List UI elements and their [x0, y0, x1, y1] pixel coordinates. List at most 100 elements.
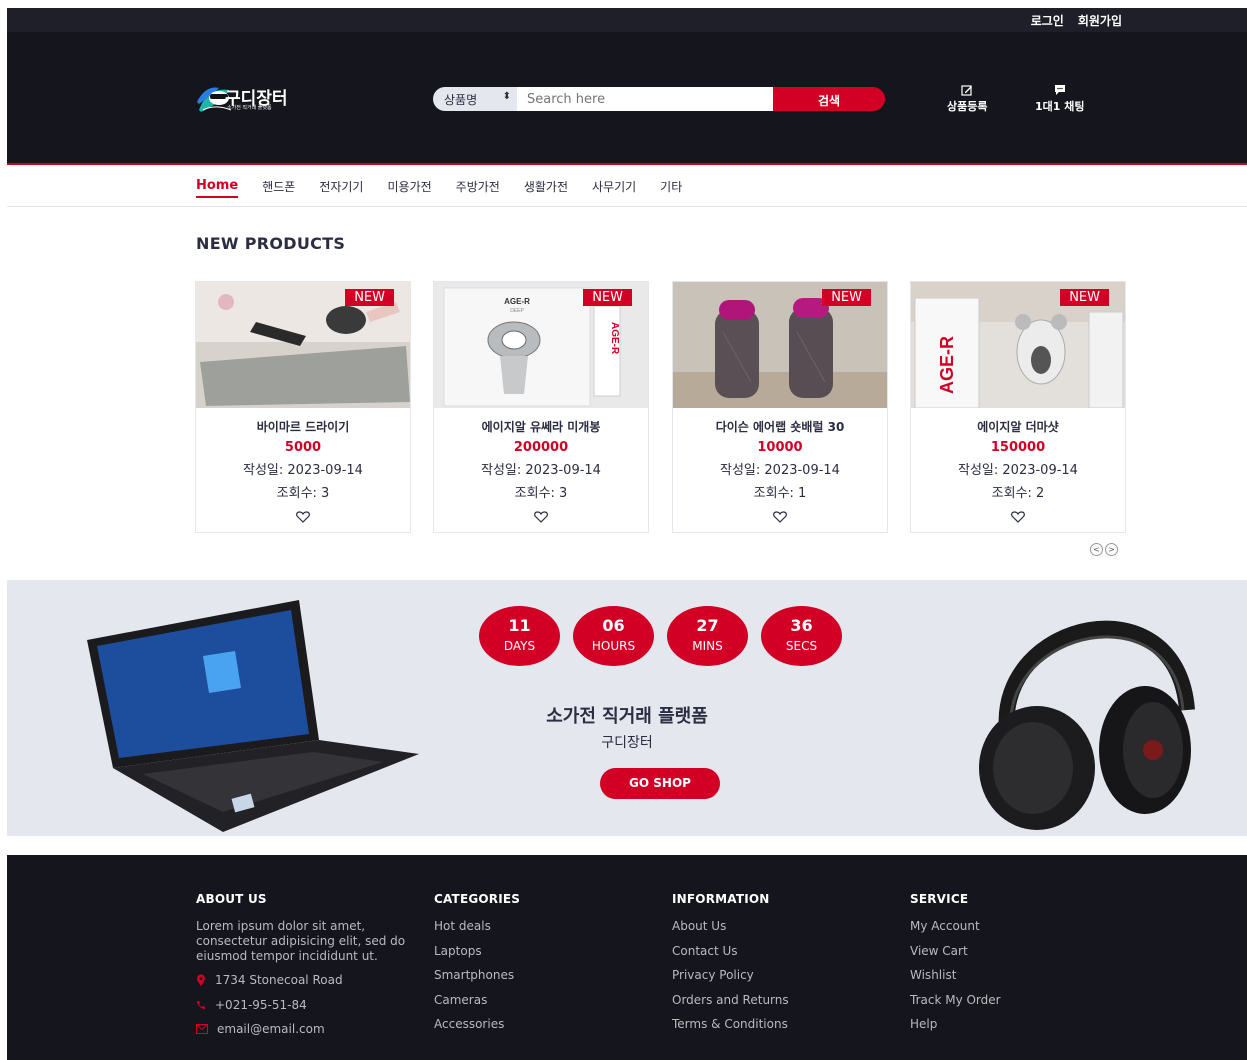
countdown-secs: 36 SECS — [761, 606, 842, 666]
map-marker-icon — [197, 974, 205, 987]
site-footer: ABOUT US Lorem ipsum dolor sit amet, con… — [7, 855, 1247, 1060]
product-price: 150000 — [990, 440, 1046, 455]
footer-information: INFORMATION About Us Contact Us Privacy … — [672, 892, 789, 1042]
nav-item-living[interactable]: 생활가전 — [524, 178, 568, 198]
heart-icon[interactable] — [773, 511, 787, 523]
nav-item-home[interactable]: Home — [196, 178, 239, 198]
product-card[interactable]: AGE-R NEW 에이지알 더마샷 150000 작성일: 2023-09-1… — [910, 281, 1126, 533]
top-bar: 로그인 회원가입 — [7, 8, 1247, 32]
new-badge: NEW — [822, 289, 871, 306]
product-name: 에이지알 유쎄라 미개봉 — [481, 420, 601, 434]
site-logo[interactable]: 구디장터 소가전 직거래 플랫폼 — [195, 80, 335, 116]
product-name: 바이마르 드라이기 — [256, 420, 350, 434]
footer-categories-title: CATEGORIES — [434, 892, 521, 906]
select-caret-icon: ⬍ — [502, 91, 511, 102]
product-views: 조회수: 3 — [276, 486, 330, 501]
product-views: 조회수: 1 — [753, 486, 807, 501]
footer-email-text: email@email.com — [217, 1022, 325, 1037]
product-image: NEW — [196, 282, 410, 408]
footer-link[interactable]: Laptops — [434, 944, 520, 969]
slider-next-icon[interactable]: > — [1105, 543, 1118, 556]
search-button[interactable]: 검색 — [773, 87, 885, 111]
countdown-secs-value: 36 — [790, 616, 813, 635]
account-links: 로그인 회원가입 — [1031, 12, 1122, 29]
nav-item-etc[interactable]: 기타 — [660, 178, 682, 198]
signup-link[interactable]: 회원가입 — [1078, 12, 1122, 29]
product-name: 에이지알 더마샷 — [977, 420, 1059, 434]
product-card[interactable]: AGE-R DEEP AGE-R NEW 에이지알 유쎄라 미개봉 200000… — [433, 281, 649, 533]
footer-link[interactable]: Accessories — [434, 1017, 520, 1042]
heart-icon[interactable] — [1011, 511, 1025, 523]
product-date: 작성일: 2023-09-14 — [720, 463, 840, 478]
product-slider-nav: < > — [1090, 543, 1118, 556]
footer-phone: +021-95-51-84 — [196, 993, 406, 1018]
box-brand-text: AGE-R — [504, 297, 530, 306]
tube-brand-text: AGE-R — [609, 322, 620, 355]
footer-link[interactable]: Privacy Policy — [672, 968, 789, 993]
product-views: 조회수: 2 — [991, 486, 1045, 501]
nav-item-electronics[interactable]: 전자기기 — [319, 178, 363, 198]
footer-about: ABOUT US Lorem ipsum dolor sit amet, con… — [196, 892, 406, 1042]
footer-link[interactable]: Help — [910, 1017, 1001, 1042]
edit-icon — [961, 85, 973, 96]
heart-icon[interactable] — [534, 511, 548, 523]
footer-email[interactable]: email@email.com — [196, 1017, 406, 1042]
product-date: 작성일: 2023-09-14 — [243, 463, 363, 478]
product-price: 200000 — [513, 440, 569, 455]
nav-item-beauty[interactable]: 미용가전 — [387, 178, 431, 198]
footer-service: SERVICE My Account View Cart Wishlist Tr… — [910, 892, 1001, 1042]
product-name: 다이슨 에어랩 숏배럴 30 — [715, 420, 845, 434]
footer-link[interactable]: Smartphones — [434, 968, 520, 993]
nav-item-office[interactable]: 사무기기 — [592, 178, 636, 198]
product-price: 5000 — [284, 440, 322, 455]
footer-link[interactable]: Wishlist — [910, 968, 1001, 993]
footer-information-title: INFORMATION — [672, 892, 770, 906]
footer-link[interactable]: Cameras — [434, 993, 520, 1018]
section-title: NEW PRODUCTS — [196, 234, 346, 253]
register-label: 상품등록 — [947, 100, 988, 113]
login-link[interactable]: 로그인 — [1031, 12, 1064, 29]
product-image: AGE-R DEEP AGE-R NEW — [434, 282, 648, 408]
heart-icon[interactable] — [296, 511, 310, 523]
footer-link[interactable]: Track My Order — [910, 993, 1001, 1018]
countdown-days: 11 DAYS — [479, 606, 560, 666]
new-badge: NEW — [1060, 289, 1109, 306]
countdown-days-value: 11 — [508, 616, 531, 635]
chat-button[interactable]: 1대1 채팅 — [1035, 84, 1085, 114]
nav-item-phone[interactable]: 핸드폰 — [262, 178, 295, 198]
box-brand-text: AGE-R — [937, 336, 957, 394]
footer-link[interactable]: Terms & Conditions — [672, 1017, 789, 1042]
footer-link[interactable]: View Cart — [910, 944, 1001, 969]
footer-link[interactable]: Orders and Returns — [672, 993, 789, 1018]
go-shop-button[interactable]: GO SHOP — [600, 768, 720, 799]
footer-about-title: ABOUT US — [196, 892, 267, 906]
countdown-hours-value: 06 — [602, 616, 625, 635]
hot-deal-banner: 11 DAYS 06 HOURS 27 MINS 36 SECS 소가전 직거래 플랫폼… — [7, 580, 1247, 836]
nav-item-kitchen[interactable]: 주방가전 — [456, 178, 500, 198]
search-category-select[interactable]: 상품명 ⬍ — [433, 87, 517, 111]
footer-link[interactable]: My Account — [910, 919, 1001, 944]
chat-icon — [1054, 85, 1065, 95]
footer-link[interactable]: About Us — [672, 919, 789, 944]
slider-prev-icon[interactable]: < — [1090, 543, 1103, 556]
product-price: 10000 — [757, 440, 803, 455]
footer-link[interactable]: Contact Us — [672, 944, 789, 969]
new-badge: NEW — [583, 289, 632, 306]
phone-icon — [197, 1000, 205, 1009]
product-card[interactable]: NEW 다이슨 에어랩 숏배럴 30 10000 작성일: 2023-09-14… — [672, 281, 888, 533]
footer-address-text: 1734 Stonecoal Road — [215, 973, 343, 988]
product-card[interactable]: NEW 바이마르 드라이기 5000 작성일: 2023-09-14 조회수: … — [195, 281, 411, 533]
countdown-mins-unit: MINS — [692, 639, 723, 653]
new-badge: NEW — [345, 289, 394, 306]
search-input[interactable] — [517, 87, 773, 111]
countdown-secs-unit: SECS — [785, 639, 818, 653]
countdown-hours: 06 HOURS — [573, 606, 654, 666]
countdown-timer: 11 DAYS 06 HOURS 27 MINS 36 SECS — [479, 606, 842, 666]
category-nav: Home 핸드폰 전자기기 미용가전 주방가전 생활가전 사무기기 기타 — [7, 167, 1247, 207]
box-brand-subtext: DEEP — [510, 308, 524, 314]
footer-link[interactable]: Hot deals — [434, 919, 520, 944]
search-category-value: 상품명 — [444, 93, 478, 107]
logo-tagline: 소가전 직거래 플랫폼 — [227, 105, 272, 111]
register-product-button[interactable]: 상품등록 — [947, 84, 987, 114]
envelope-icon — [196, 1024, 208, 1035]
